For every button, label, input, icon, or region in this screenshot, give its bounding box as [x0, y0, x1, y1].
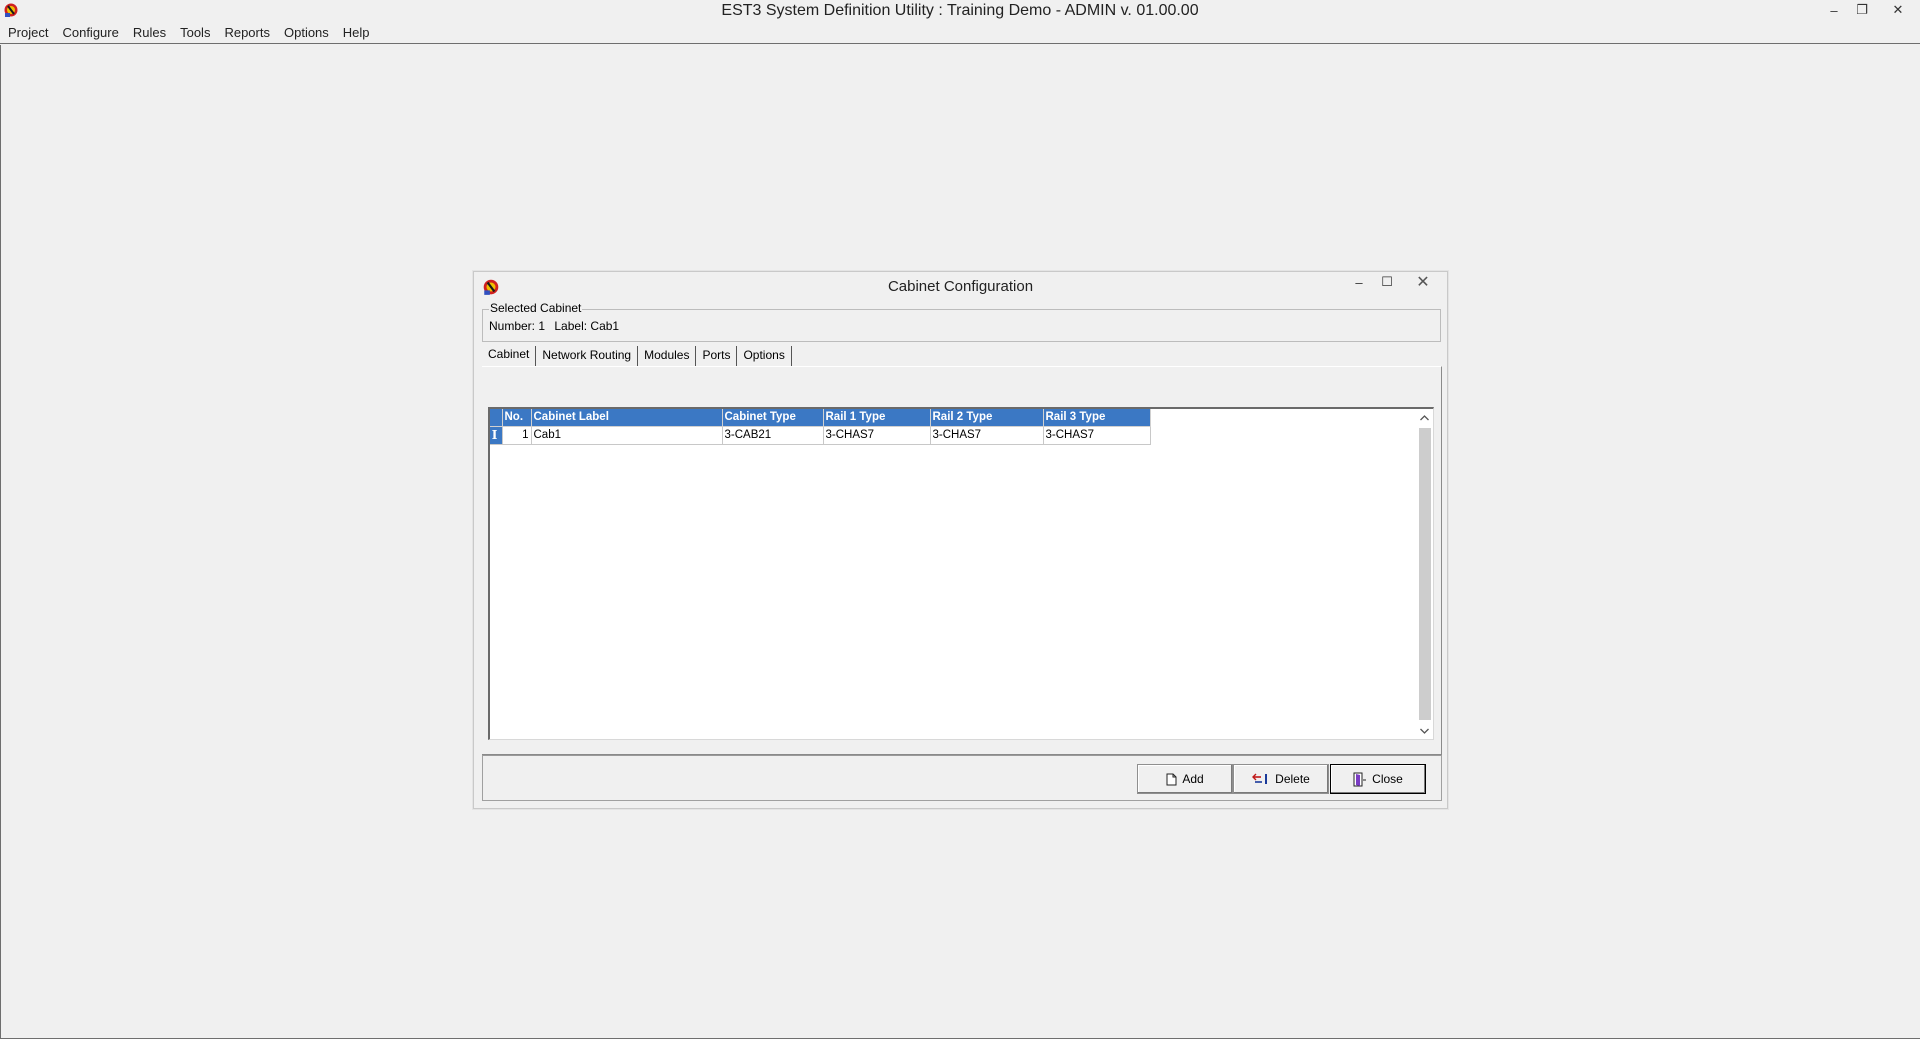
- dialog-button-bar: Add Delete Close: [482, 755, 1442, 801]
- menu-bar: Project Configure Rules Tools Reports Op…: [0, 22, 1920, 44]
- column-header-no[interactable]: No.: [502, 409, 532, 427]
- selected-cabinet-info: Number: 1 Label: Cab1: [489, 319, 625, 333]
- cell-cabinet-label[interactable]: Cab1: [531, 426, 723, 445]
- menu-tools[interactable]: Tools: [175, 23, 215, 43]
- add-button[interactable]: Add: [1137, 764, 1233, 794]
- tab-network-routing[interactable]: Network Routing: [536, 346, 639, 366]
- close-button[interactable]: Close: [1330, 764, 1426, 794]
- grid-vertical-scrollbar[interactable]: [1416, 409, 1433, 739]
- row-indicator-header: [490, 409, 503, 427]
- tab-modules[interactable]: Modules: [638, 346, 697, 366]
- scroll-down-arrow-icon[interactable]: [1416, 722, 1433, 739]
- cell-cabinet-type[interactable]: 3-CAB21: [722, 426, 824, 445]
- new-document-icon: [1166, 773, 1177, 786]
- menu-rules[interactable]: Rules: [128, 23, 171, 43]
- window-controls: – ❐ ✕: [1820, 0, 1920, 22]
- column-header-rail2-type[interactable]: Rail 2 Type: [930, 409, 1044, 427]
- dialog-controls: – ☐ ✕: [1345, 272, 1445, 292]
- scroll-thumb[interactable]: [1419, 428, 1431, 720]
- row-indicator[interactable]: I: [490, 426, 503, 445]
- dialog-titlebar[interactable]: Cabinet Configuration – ☐ ✕: [474, 272, 1447, 302]
- menu-help[interactable]: Help: [338, 23, 375, 43]
- selected-cabinet-label: Label: Cab1: [554, 319, 620, 333]
- menu-options[interactable]: Options: [279, 23, 334, 43]
- menu-project[interactable]: Project: [3, 23, 53, 43]
- delete-button[interactable]: Delete: [1233, 764, 1329, 794]
- dialog-tabs: Cabinet Network Routing Modules Ports Op…: [482, 346, 792, 366]
- cell-no[interactable]: 1: [502, 426, 532, 445]
- cabinet-configuration-dialog: Cabinet Configuration – ☐ ✕ Selected Cab…: [473, 271, 1448, 809]
- cell-rail3-type[interactable]: 3-CHAS7: [1043, 426, 1151, 445]
- selected-cabinet-group: Selected Cabinet Number: 1 Label: Cab1: [482, 301, 1441, 342]
- close-button-label: Close: [1372, 772, 1403, 786]
- dialog-minimize-button[interactable]: –: [1345, 272, 1373, 292]
- door-exit-icon: [1353, 772, 1367, 787]
- menu-configure[interactable]: Configure: [57, 23, 123, 43]
- tab-options[interactable]: Options: [737, 346, 792, 366]
- tab-cabinet[interactable]: Cabinet: [482, 346, 537, 366]
- dialog-title: Cabinet Configuration: [887, 278, 1034, 295]
- edit-cursor-icon: I: [491, 428, 498, 442]
- cell-rail1-type[interactable]: 3-CHAS7: [823, 426, 931, 445]
- delete-icon: [1252, 773, 1270, 785]
- selected-cabinet-number: Number: 1: [489, 319, 546, 333]
- app-title: EST3 System Definition Utility : Trainin…: [721, 2, 1199, 19]
- column-header-rail1-type[interactable]: Rail 1 Type: [823, 409, 931, 427]
- delete-button-label: Delete: [1275, 772, 1310, 786]
- column-header-rail3-type[interactable]: Rail 3 Type: [1043, 409, 1151, 427]
- table-header-row: No. Cabinet Label Cabinet Type Rail 1 Ty…: [490, 409, 1151, 427]
- cell-rail2-type[interactable]: 3-CHAS7: [930, 426, 1044, 445]
- dialog-close-button[interactable]: ✕: [1401, 272, 1445, 292]
- dialog-maximize-button[interactable]: ☐: [1373, 272, 1401, 292]
- scroll-up-arrow-icon[interactable]: [1416, 409, 1433, 426]
- column-header-cabinet-type[interactable]: Cabinet Type: [722, 409, 824, 427]
- close-app-button[interactable]: ✕: [1876, 0, 1920, 20]
- tab-ports[interactable]: Ports: [696, 346, 738, 366]
- cabinet-table: No. Cabinet Label Cabinet Type Rail 1 Ty…: [490, 409, 1151, 445]
- table-row[interactable]: I 1 Cab1 3-CAB21 3-CHAS7 3-CHAS7 3-CHAS7: [490, 426, 1151, 445]
- selected-cabinet-legend: Selected Cabinet: [489, 301, 583, 315]
- add-button-label: Add: [1182, 772, 1204, 786]
- column-header-cabinet-label[interactable]: Cabinet Label: [531, 409, 723, 427]
- restore-button[interactable]: ❐: [1848, 0, 1876, 20]
- cabinet-grid[interactable]: No. Cabinet Label Cabinet Type Rail 1 Ty…: [488, 407, 1434, 740]
- menu-reports[interactable]: Reports: [219, 23, 275, 43]
- minimize-button[interactable]: –: [1820, 0, 1848, 20]
- app-titlebar: EST3 System Definition Utility : Trainin…: [0, 0, 1920, 22]
